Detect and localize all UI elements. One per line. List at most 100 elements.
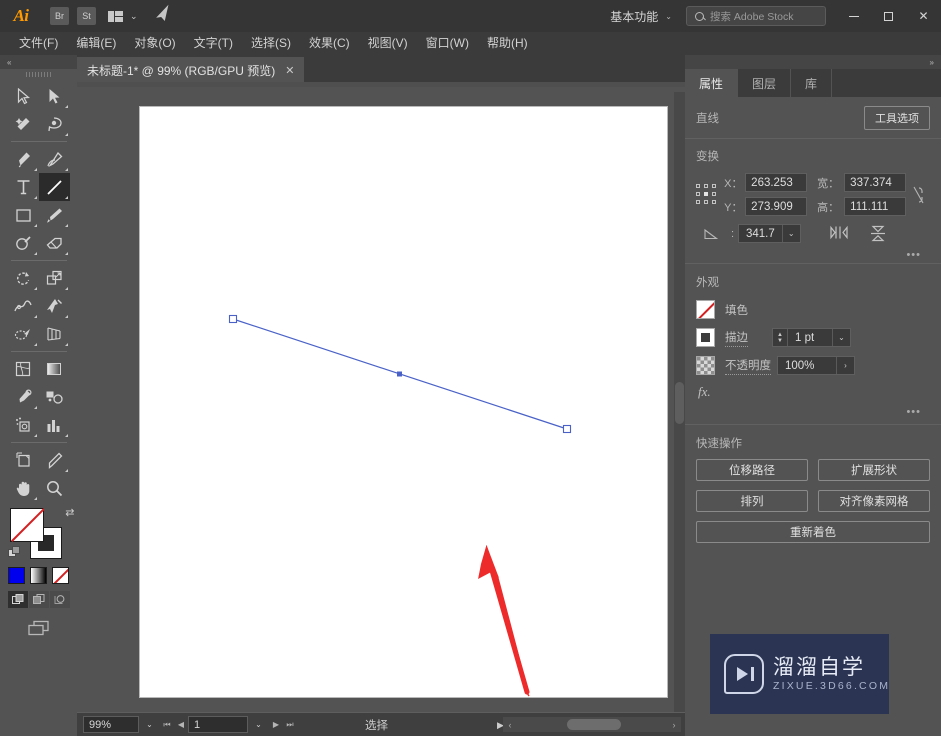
gradient-tool[interactable] xyxy=(39,355,70,383)
fx-button[interactable]: fx. xyxy=(696,384,930,400)
line-segment-tool[interactable] xyxy=(38,173,70,201)
last-artboard-button[interactable]: ⏭ xyxy=(283,716,297,733)
zoom-tool[interactable] xyxy=(39,474,70,502)
artboard[interactable] xyxy=(139,106,668,698)
horizontal-scroll-thumb[interactable] xyxy=(567,719,621,730)
opacity-options-icon[interactable]: › xyxy=(836,357,854,374)
swap-fill-stroke-icon[interactable]: ⇄ xyxy=(65,506,74,519)
direct-selection-tool[interactable] xyxy=(39,82,70,110)
document-tab[interactable]: 未标题-1* @ 99% (RGB/GPU 预览) ✕ xyxy=(77,57,305,82)
arrange-button[interactable]: 排列 xyxy=(696,490,808,512)
stock-button[interactable]: St xyxy=(77,7,96,25)
draw-inside-button[interactable] xyxy=(49,591,70,608)
recolor-button[interactable]: 重新着色 xyxy=(696,521,930,543)
tools-collapse-button[interactable]: « xyxy=(0,55,77,69)
stroke-weight-input[interactable]: 1 pt xyxy=(788,332,832,344)
tab-properties[interactable]: 属性 xyxy=(685,69,739,97)
flip-vertical-icon[interactable] xyxy=(869,225,887,242)
tab-layers[interactable]: 图层 xyxy=(738,69,792,97)
scroll-right-button[interactable]: › xyxy=(667,717,681,732)
workspace-switcher[interactable]: 基本功能 ⌄ xyxy=(600,8,682,25)
draw-behind-button[interactable] xyxy=(28,591,49,608)
canvas-vertical-scrollbar[interactable] xyxy=(674,92,685,712)
stock-search-input[interactable]: 搜索 Adobe Stock xyxy=(686,6,826,26)
x-input[interactable]: 263.253 xyxy=(745,173,808,192)
zoom-level-input[interactable]: 99% xyxy=(83,716,139,733)
slice-tool[interactable] xyxy=(39,446,70,474)
menu-window[interactable]: 窗口(W) xyxy=(417,32,478,55)
opacity-swatch[interactable] xyxy=(696,356,715,375)
lasso-tool[interactable] xyxy=(39,110,70,138)
align-pixel-grid-button[interactable]: 对齐像素网格 xyxy=(818,490,930,512)
angle-dropdown-icon[interactable]: ⌄ xyxy=(781,225,800,242)
minimize-button[interactable] xyxy=(836,0,871,32)
prev-artboard-button[interactable]: ◀ xyxy=(174,716,188,733)
hand-tool[interactable] xyxy=(8,474,39,502)
eraser-tool[interactable] xyxy=(39,229,70,257)
menu-select[interactable]: 选择(S) xyxy=(242,32,300,55)
column-graph-tool[interactable] xyxy=(39,411,70,439)
constrain-proportions-button[interactable] xyxy=(906,185,930,205)
expand-shape-button[interactable]: 扩展形状 xyxy=(818,459,930,481)
first-artboard-button[interactable]: ⏮ xyxy=(160,716,174,733)
menu-type[interactable]: 文字(T) xyxy=(185,32,242,55)
none-swatch[interactable] xyxy=(52,567,69,584)
stroke-weight-stepper[interactable]: ▲ ▼ xyxy=(773,329,788,346)
default-fill-stroke-icon[interactable] xyxy=(7,546,21,559)
offset-path-button[interactable]: 位移路径 xyxy=(696,459,808,481)
discover-rocket-icon[interactable] xyxy=(151,3,177,29)
bridge-button[interactable]: Br xyxy=(50,7,69,25)
fill-color-swatch[interactable] xyxy=(696,300,715,319)
menu-effect[interactable]: 效果(C) xyxy=(300,32,359,55)
menu-help[interactable]: 帮助(H) xyxy=(478,32,537,55)
close-icon[interactable]: ✕ xyxy=(285,64,294,77)
width-input[interactable]: 337.374 xyxy=(844,173,907,192)
change-screen-mode-button[interactable] xyxy=(0,620,77,637)
opacity-control[interactable]: 100% › xyxy=(777,356,855,375)
artboard-tool[interactable] xyxy=(8,446,39,474)
horizontal-scrollbar[interactable]: ‹ › xyxy=(503,717,681,732)
panel-collapse-button[interactable]: » xyxy=(685,55,941,69)
magic-wand-tool[interactable] xyxy=(8,110,39,138)
arrange-documents-button[interactable]: ⌄ xyxy=(108,10,138,22)
color-swatch-blue[interactable] xyxy=(8,567,25,584)
width-tool[interactable] xyxy=(8,292,39,320)
tools-drag-grip[interactable] xyxy=(0,69,77,80)
symbol-sprayer-tool[interactable] xyxy=(8,411,39,439)
blend-tool[interactable] xyxy=(39,383,70,411)
flip-horizontal-icon[interactable] xyxy=(829,225,849,240)
scroll-left-button[interactable]: ‹ xyxy=(503,717,517,732)
artboard-number-input[interactable]: 1 xyxy=(188,716,248,733)
menu-edit[interactable]: 编辑(E) xyxy=(67,32,125,55)
tool-options-button[interactable]: 工具选项 xyxy=(864,106,930,130)
perspective-grid-tool[interactable] xyxy=(39,320,70,348)
angle-control[interactable]: 341.7 ⌄ xyxy=(738,224,801,243)
menu-file[interactable]: 文件(F) xyxy=(10,32,67,55)
mesh-tool[interactable] xyxy=(8,355,39,383)
artboard-dropdown-button[interactable]: ⌄ xyxy=(248,716,269,733)
gradient-swatch[interactable] xyxy=(30,567,47,584)
y-input[interactable]: 273.909 xyxy=(745,197,808,216)
shape-builder-tool[interactable] xyxy=(8,320,39,348)
curvature-tool[interactable] xyxy=(39,145,70,173)
canvas-area[interactable] xyxy=(77,82,685,712)
stroke-color-swatch[interactable] xyxy=(696,328,715,347)
appearance-more-button[interactable]: ••• xyxy=(696,406,930,418)
selection-tool[interactable] xyxy=(8,82,39,110)
type-tool[interactable] xyxy=(8,173,39,201)
opacity-label[interactable]: 不透明度 xyxy=(725,357,771,375)
close-button[interactable]: ✕ xyxy=(906,0,941,32)
paintbrush-tool[interactable] xyxy=(39,201,70,229)
menu-view[interactable]: 视图(V) xyxy=(359,32,417,55)
stroke-weight-control[interactable]: ▲ ▼ 1 pt ⌄ xyxy=(772,328,851,347)
draw-normal-button[interactable] xyxy=(7,591,28,608)
menu-object[interactable]: 对象(O) xyxy=(125,32,184,55)
opacity-input[interactable]: 100% xyxy=(778,360,836,372)
angle-input[interactable]: 341.7 xyxy=(739,228,782,240)
shaper-tool[interactable] xyxy=(8,229,39,257)
free-transform-tool[interactable] xyxy=(39,292,70,320)
next-artboard-button[interactable]: ▶ xyxy=(269,716,283,733)
stroke-weight-dropdown-icon[interactable]: ⌄ xyxy=(832,329,850,346)
reference-point-selector[interactable] xyxy=(696,183,716,206)
pen-tool[interactable] xyxy=(8,145,39,173)
